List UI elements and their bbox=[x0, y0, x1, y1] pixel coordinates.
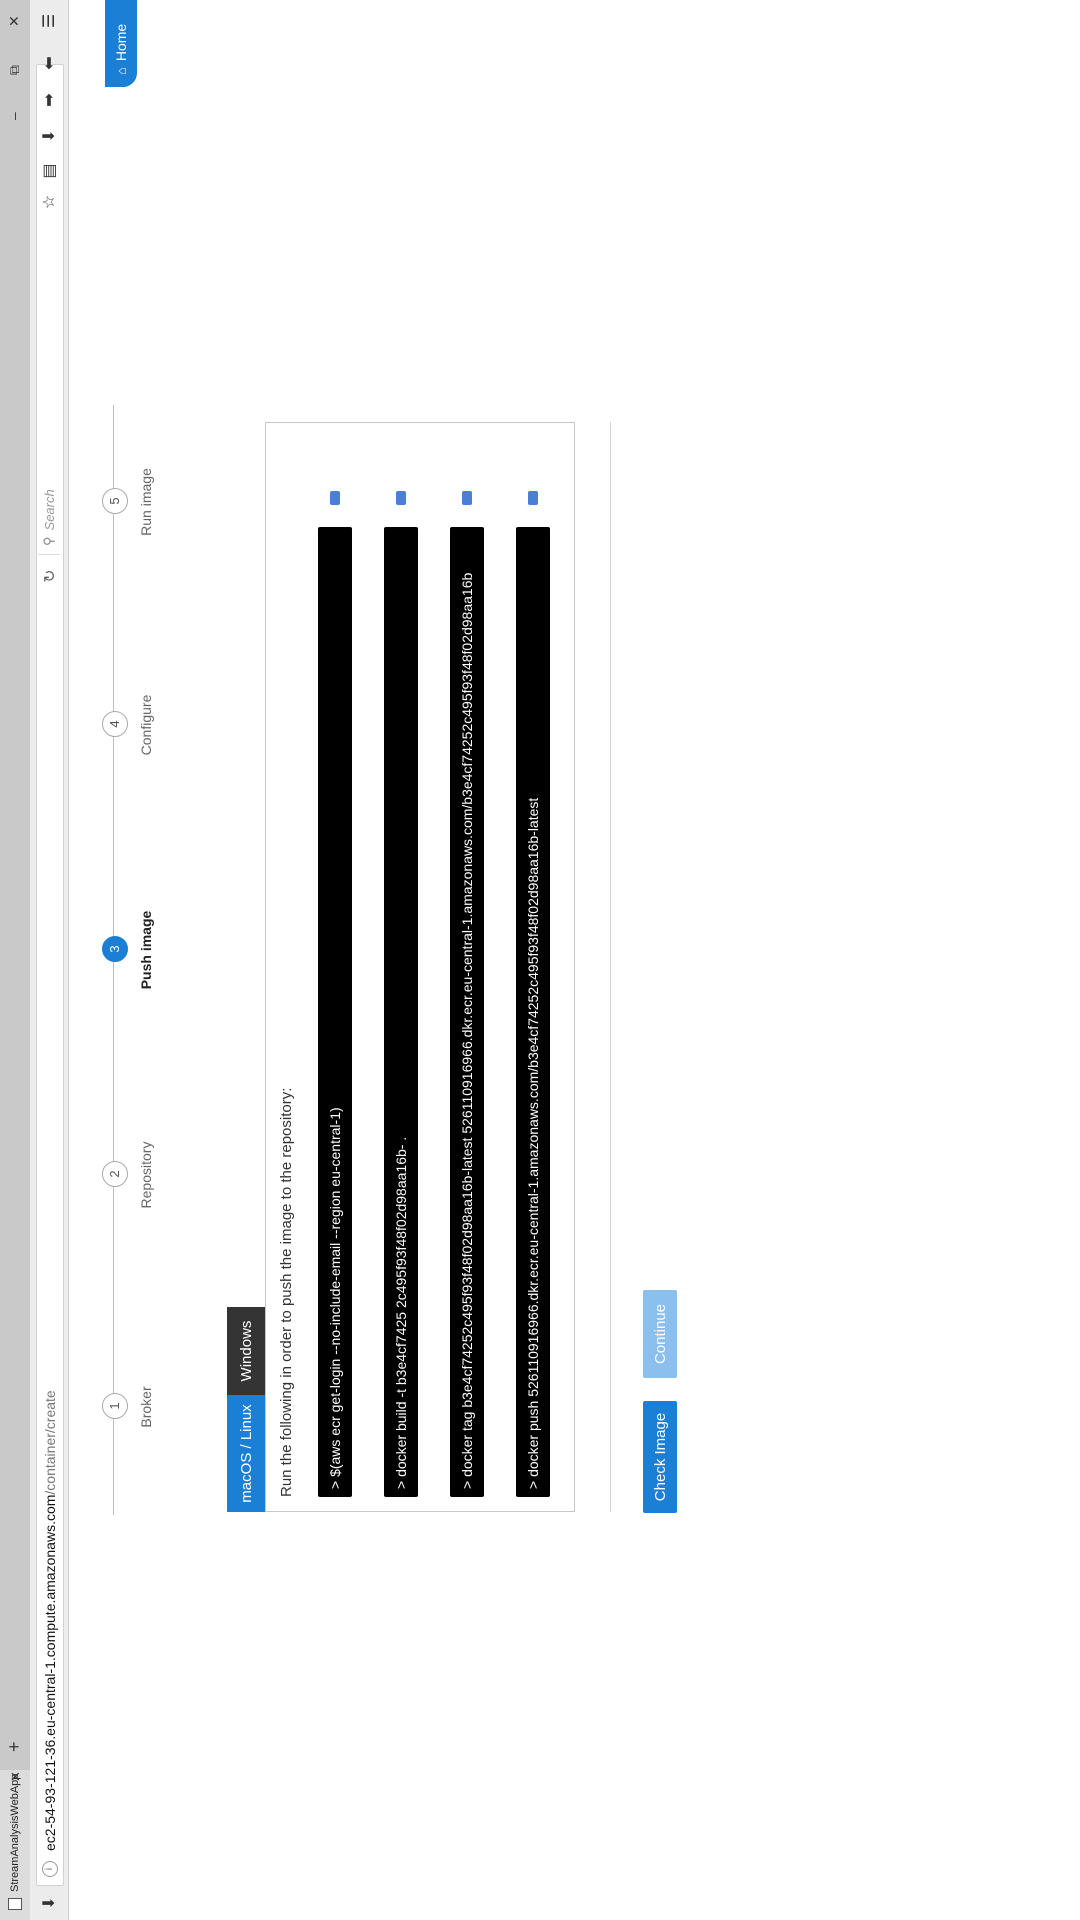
check-image-button[interactable]: Check Image bbox=[643, 1401, 677, 1513]
step-1-circle: 1 bbox=[102, 1393, 128, 1419]
command-build[interactable]: > docker build -t b3e4cf7425 2c495f93f48… bbox=[384, 527, 418, 1497]
back-icon[interactable]: ⬅ bbox=[39, 53, 59, 73]
tab-title: StreamAnalysisWebApp bbox=[9, 1773, 21, 1892]
search-icon: ⚲ bbox=[41, 536, 56, 546]
nav-down-icon[interactable]: ⬇ bbox=[39, 1893, 59, 1913]
home-icon: ⌂ bbox=[113, 67, 129, 75]
step-3-label: Push image bbox=[138, 910, 154, 990]
divider bbox=[610, 422, 611, 1512]
tab-windows[interactable]: Windows bbox=[227, 1307, 265, 1395]
browser-toolbar: ⬇ i ec2-54-93-121-36.eu-central-1.comput… bbox=[30, 0, 69, 1920]
window-close-icon[interactable]: ✕ bbox=[6, 15, 23, 27]
page-favicon-icon bbox=[8, 1898, 22, 1910]
menu-icon[interactable]: ☰ bbox=[39, 11, 59, 31]
command-push[interactable]: > docker push 526110916966.dkr.ecr.eu-ce… bbox=[516, 527, 550, 1497]
step-4-circle: 4 bbox=[102, 711, 128, 737]
new-tab-icon[interactable]: + bbox=[4, 1741, 25, 1752]
step-5-label: Run image bbox=[138, 468, 154, 536]
home-label: Home bbox=[113, 23, 129, 62]
step-5-circle: 5 bbox=[102, 488, 128, 514]
step-2-label: Repository bbox=[138, 1141, 154, 1209]
url-host: ec2-54-93-121-36.eu-central-1.compute.am… bbox=[42, 1494, 58, 1851]
command-tag[interactable]: > docker tag b3e4cf74252c495f93f48f02d98… bbox=[450, 527, 484, 1497]
reload-icon[interactable]: ↻ bbox=[40, 565, 60, 587]
copy-icon[interactable] bbox=[528, 491, 538, 505]
command-login[interactable]: > $(aws ecr get-login --no-include-email… bbox=[318, 527, 352, 1497]
step-2-circle: 2 bbox=[102, 1161, 128, 1187]
search-placeholder: Search bbox=[41, 489, 57, 531]
panel-intro-text: Run the following in order to push the i… bbox=[278, 1087, 295, 1497]
step-1-label: Broker bbox=[138, 1386, 154, 1428]
minimize-icon[interactable]: – bbox=[6, 112, 22, 120]
copy-icon[interactable] bbox=[396, 491, 406, 505]
tab-macos-linux[interactable]: macOS / Linux bbox=[227, 1395, 265, 1512]
download-icon[interactable]: ⬇ bbox=[39, 126, 59, 146]
browser-window: StreamAnalysisWebApp ✕ + – ⧉ ✕ ⬇ i ec2-5… bbox=[0, 0, 1080, 1920]
tab-close-icon[interactable]: ✕ bbox=[8, 1771, 24, 1782]
titlebar: StreamAnalysisWebApp ✕ + – ⧉ ✕ bbox=[0, 0, 30, 1920]
step-3-circle: 3 bbox=[102, 936, 128, 962]
star-icon[interactable]: ☆ bbox=[39, 192, 59, 212]
browser-tab[interactable]: StreamAnalysisWebApp ✕ bbox=[0, 1770, 30, 1920]
command-panel: Run the following in order to push the i… bbox=[265, 422, 575, 1512]
step-4-label: Configure bbox=[138, 694, 154, 756]
maximize-icon[interactable]: ⧉ bbox=[6, 65, 23, 75]
home-button[interactable]: ⌂ Home bbox=[105, 0, 137, 87]
copy-icon[interactable] bbox=[330, 491, 340, 505]
forward-icon[interactable]: ➡ bbox=[39, 90, 59, 110]
bookmarks-icon[interactable]: ▤ bbox=[39, 161, 59, 181]
copy-icon[interactable] bbox=[462, 491, 472, 505]
url-path: /container/create bbox=[42, 1390, 58, 1495]
site-info-icon[interactable]: i bbox=[42, 1861, 58, 1877]
search-input[interactable]: ⚲ Search bbox=[38, 444, 60, 555]
continue-button[interactable]: Continue bbox=[643, 1290, 677, 1378]
address-bar[interactable]: i ec2-54-93-121-36.eu-central-1.compute.… bbox=[36, 64, 64, 1886]
